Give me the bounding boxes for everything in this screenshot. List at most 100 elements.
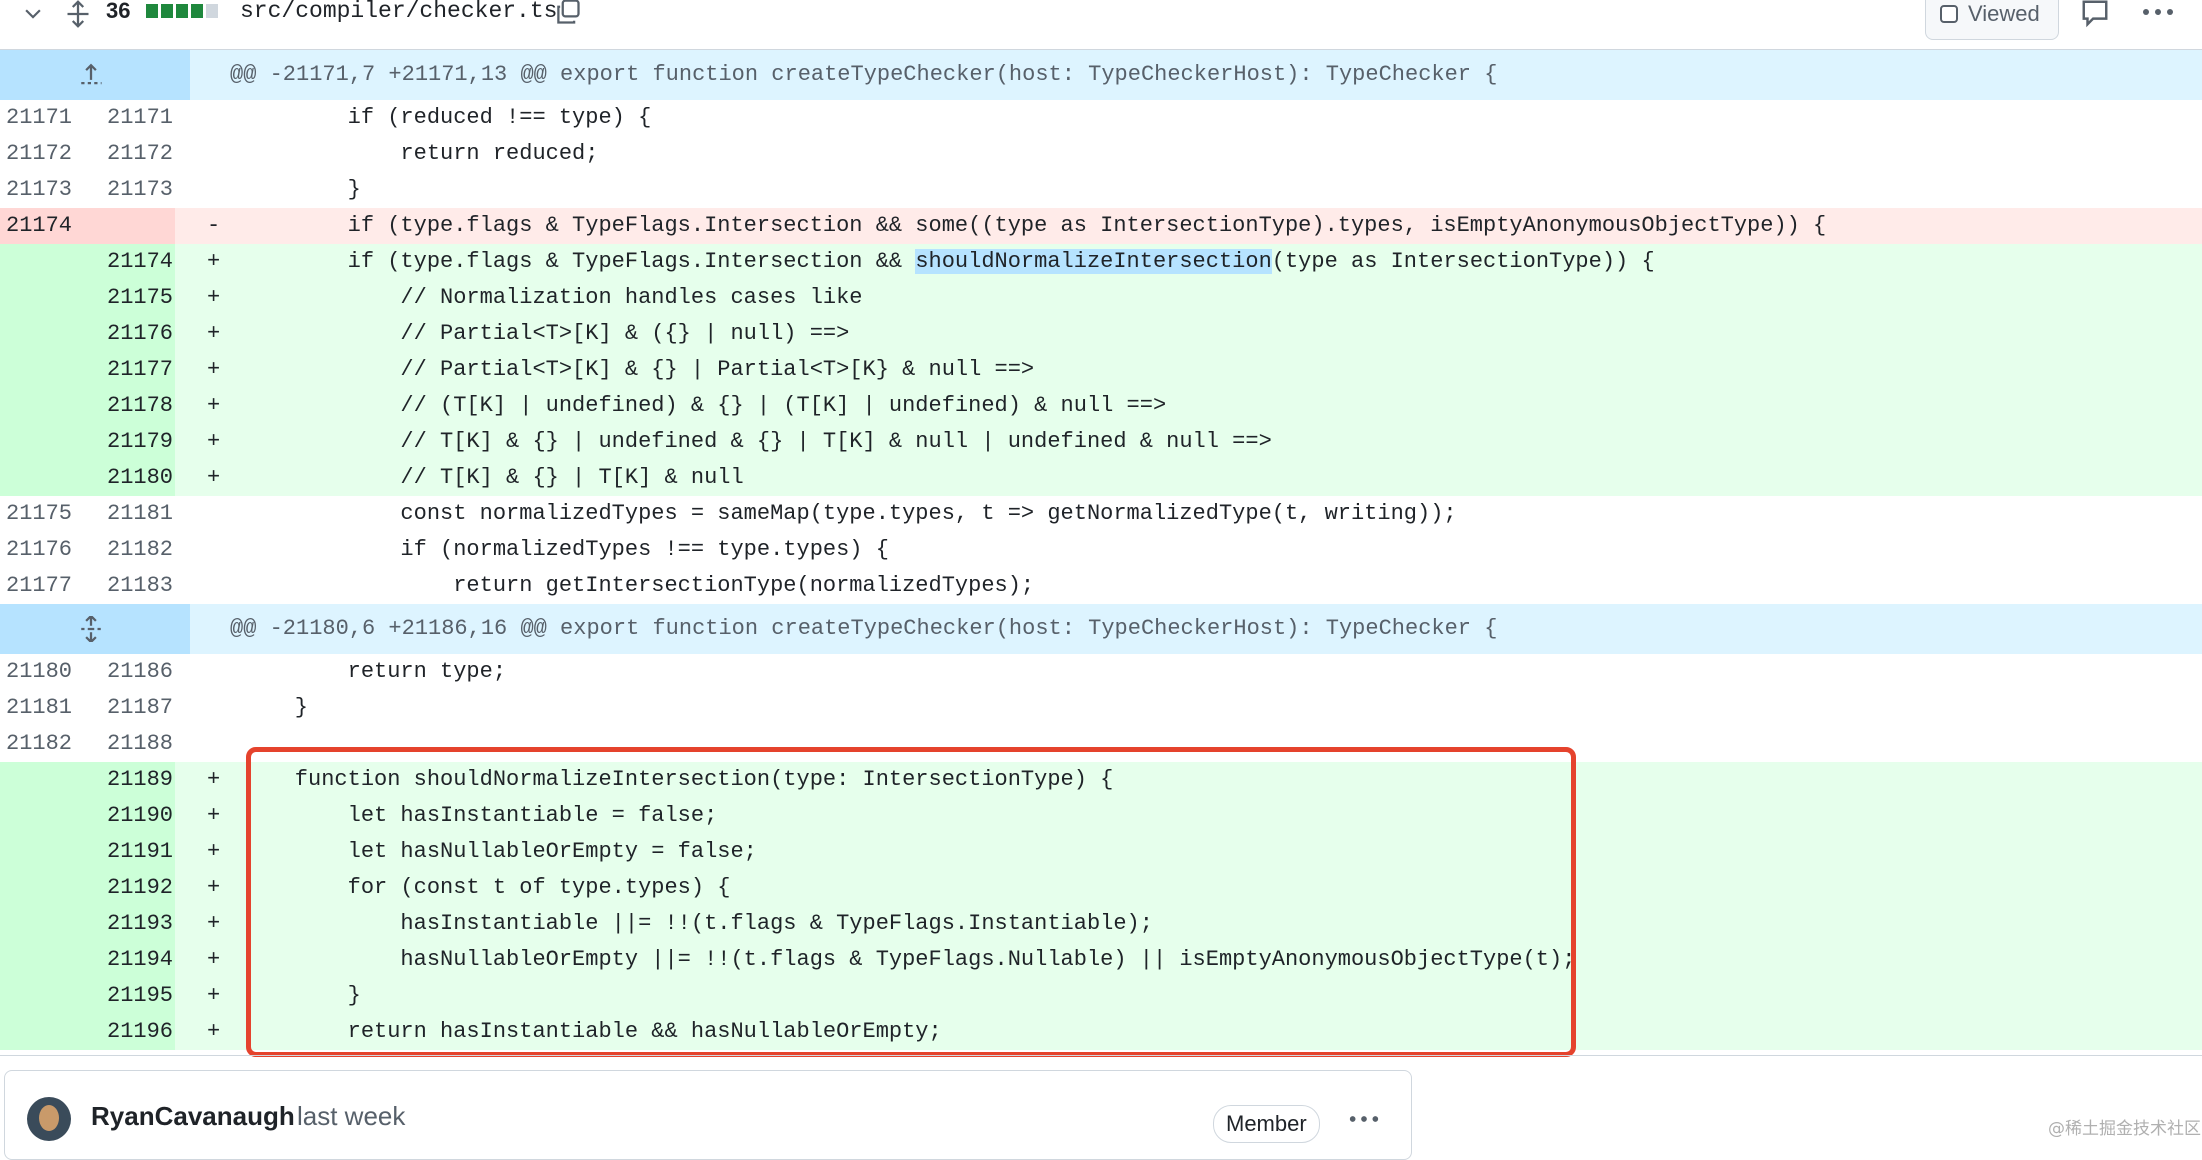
new-line-number[interactable]: 21182 bbox=[75, 532, 175, 568]
copy-icon[interactable] bbox=[554, 0, 582, 26]
new-line-number[interactable]: 21189 bbox=[75, 762, 175, 798]
new-line-number[interactable]: 21187 bbox=[75, 690, 175, 726]
new-line-number[interactable]: 21177 bbox=[75, 352, 175, 388]
code-text: return reduced; bbox=[242, 141, 599, 166]
kebab-icon[interactable] bbox=[1347, 1113, 1381, 1125]
old-line-number[interactable] bbox=[0, 244, 75, 280]
diff-table: @@ -21171,7 +21171,13 @@ export function… bbox=[0, 50, 2202, 1050]
new-line-number[interactable] bbox=[75, 208, 175, 244]
expand-up-button[interactable] bbox=[0, 50, 190, 100]
diff-line-added: 21195 + } bbox=[0, 978, 2202, 1014]
old-line-number[interactable]: 21182 bbox=[0, 726, 75, 762]
new-line-number[interactable]: 21186 bbox=[75, 654, 175, 690]
old-line-number[interactable] bbox=[0, 906, 75, 942]
old-line-number[interactable] bbox=[0, 978, 75, 1014]
old-line-number[interactable] bbox=[0, 1014, 75, 1050]
code-text: } bbox=[242, 695, 309, 720]
diff-sign bbox=[175, 496, 242, 532]
new-line-number[interactable]: 21172 bbox=[75, 136, 175, 172]
diff-line-added: 21194 + hasNullableOrEmpty ||= !!(t.flags… bbox=[0, 942, 2202, 978]
new-line-number[interactable]: 21183 bbox=[75, 568, 175, 604]
diff-line-added: 21178 + // (T[K] | undefined) & {} | (T[K… bbox=[0, 388, 2202, 424]
new-line-number[interactable]: 21195 bbox=[75, 978, 175, 1014]
new-line-number[interactable]: 21179 bbox=[75, 424, 175, 460]
expand-icon[interactable] bbox=[64, 0, 92, 28]
old-line-number[interactable]: 21180 bbox=[0, 654, 75, 690]
diff-sign: + bbox=[207, 285, 221, 310]
code-text: return type; bbox=[242, 659, 507, 684]
new-line-number[interactable]: 21191 bbox=[75, 834, 175, 870]
new-line-number[interactable]: 21180 bbox=[75, 460, 175, 496]
new-line-number[interactable]: 21193 bbox=[75, 906, 175, 942]
diff-line-added: 21177 + // Partial<T>[K] & {} | Partial<T… bbox=[0, 352, 2202, 388]
diff-sign: + bbox=[207, 465, 221, 490]
code-text: return hasInstantiable && hasNullableOrE… bbox=[242, 1019, 942, 1044]
code-text: // T[K] & {} | undefined & {} | T[K] & n… bbox=[242, 429, 1272, 454]
viewed-checkbox[interactable]: Viewed bbox=[1925, 0, 2059, 40]
old-line-number[interactable] bbox=[0, 870, 75, 906]
old-line-number[interactable] bbox=[0, 762, 75, 798]
old-line-number[interactable]: 21177 bbox=[0, 568, 75, 604]
old-line-number[interactable] bbox=[0, 798, 75, 834]
new-line-number[interactable]: 21181 bbox=[75, 496, 175, 532]
diff-sign bbox=[175, 568, 242, 604]
diff-line-context: 21177 21183 return getIntersectionType(no… bbox=[0, 568, 2202, 604]
old-line-number[interactable] bbox=[0, 388, 75, 424]
old-line-number[interactable] bbox=[0, 316, 75, 352]
old-line-number[interactable]: 21181 bbox=[0, 690, 75, 726]
comment-icon[interactable] bbox=[2080, 0, 2110, 28]
code-text: hasNullableOrEmpty ||= !!(t.flags & Type… bbox=[242, 947, 1576, 972]
old-line-number[interactable]: 21174 bbox=[0, 208, 75, 244]
old-line-number[interactable] bbox=[0, 834, 75, 870]
old-line-number[interactable]: 21176 bbox=[0, 532, 75, 568]
new-line-number[interactable]: 21188 bbox=[75, 726, 175, 762]
diff-sign: + bbox=[207, 767, 221, 792]
old-line-number[interactable] bbox=[0, 352, 75, 388]
diff-line-added: 21190 + let hasInstantiable = false; bbox=[0, 798, 2202, 834]
new-line-number[interactable]: 21175 bbox=[75, 280, 175, 316]
viewed-label: Viewed bbox=[1968, 1, 2040, 26]
new-line-number[interactable]: 21174 bbox=[75, 244, 175, 280]
expand-both-button[interactable] bbox=[0, 604, 190, 654]
code-text: // (T[K] | undefined) & {} | (T[K] | und… bbox=[242, 393, 1167, 418]
new-line-number[interactable]: 21171 bbox=[75, 100, 175, 136]
new-line-number[interactable]: 21178 bbox=[75, 388, 175, 424]
new-line-number[interactable]: 21196 bbox=[75, 1014, 175, 1050]
new-line-number[interactable]: 21192 bbox=[75, 870, 175, 906]
old-line-number[interactable] bbox=[0, 460, 75, 496]
diff-sign: + bbox=[207, 357, 221, 382]
comment-time[interactable]: last week bbox=[297, 1101, 405, 1132]
diff-line-added: 21196 + return hasInstantiable && hasNull… bbox=[0, 1014, 2202, 1050]
code-text: if (reduced !== type) { bbox=[242, 105, 652, 130]
avatar[interactable] bbox=[27, 1097, 71, 1141]
new-line-number[interactable]: 21194 bbox=[75, 942, 175, 978]
old-line-number[interactable] bbox=[0, 942, 75, 978]
code-segment: (type as IntersectionType)) { bbox=[1271, 249, 1655, 274]
code-text: } bbox=[242, 177, 361, 202]
kebab-icon[interactable] bbox=[2140, 0, 2176, 24]
old-line-number[interactable]: 21173 bbox=[0, 172, 75, 208]
diff-line-context: 21172 21172 return reduced; bbox=[0, 136, 2202, 172]
diff-line-context: 21176 21182 if (normalizedTypes !== type.… bbox=[0, 532, 2202, 568]
diff-sign: + bbox=[207, 911, 221, 936]
new-line-number[interactable]: 21190 bbox=[75, 798, 175, 834]
old-line-number[interactable]: 21175 bbox=[0, 496, 75, 532]
new-line-number[interactable]: 21173 bbox=[75, 172, 175, 208]
file-path[interactable]: src/compiler/checker.ts bbox=[240, 0, 557, 24]
old-line-number[interactable] bbox=[0, 424, 75, 460]
unfold-up-icon bbox=[81, 63, 102, 85]
new-line-number[interactable]: 21176 bbox=[75, 316, 175, 352]
chevron-down-icon[interactable] bbox=[22, 2, 44, 24]
diff-sign: + bbox=[207, 803, 221, 828]
file-header: 36 src/compiler/checker.ts Viewed bbox=[0, 0, 2202, 50]
diff-line-added: 21176 + // Partial<T>[K] & ({} | null) ==… bbox=[0, 316, 2202, 352]
code-text: function shouldNormalizeIntersection(typ… bbox=[242, 767, 1114, 792]
code-text: return getIntersectionType(normalizedTyp… bbox=[242, 573, 1035, 598]
watermark-text: @稀土掘金技术社区 bbox=[2048, 1119, 2201, 1139]
comment-author[interactable]: RyanCavanaugh bbox=[91, 1101, 295, 1132]
old-line-number[interactable]: 21172 bbox=[0, 136, 75, 172]
code-text: const normalizedTypes = sameMap(type.typ… bbox=[242, 501, 1457, 526]
old-line-number[interactable]: 21171 bbox=[0, 100, 75, 136]
old-line-number[interactable] bbox=[0, 280, 75, 316]
